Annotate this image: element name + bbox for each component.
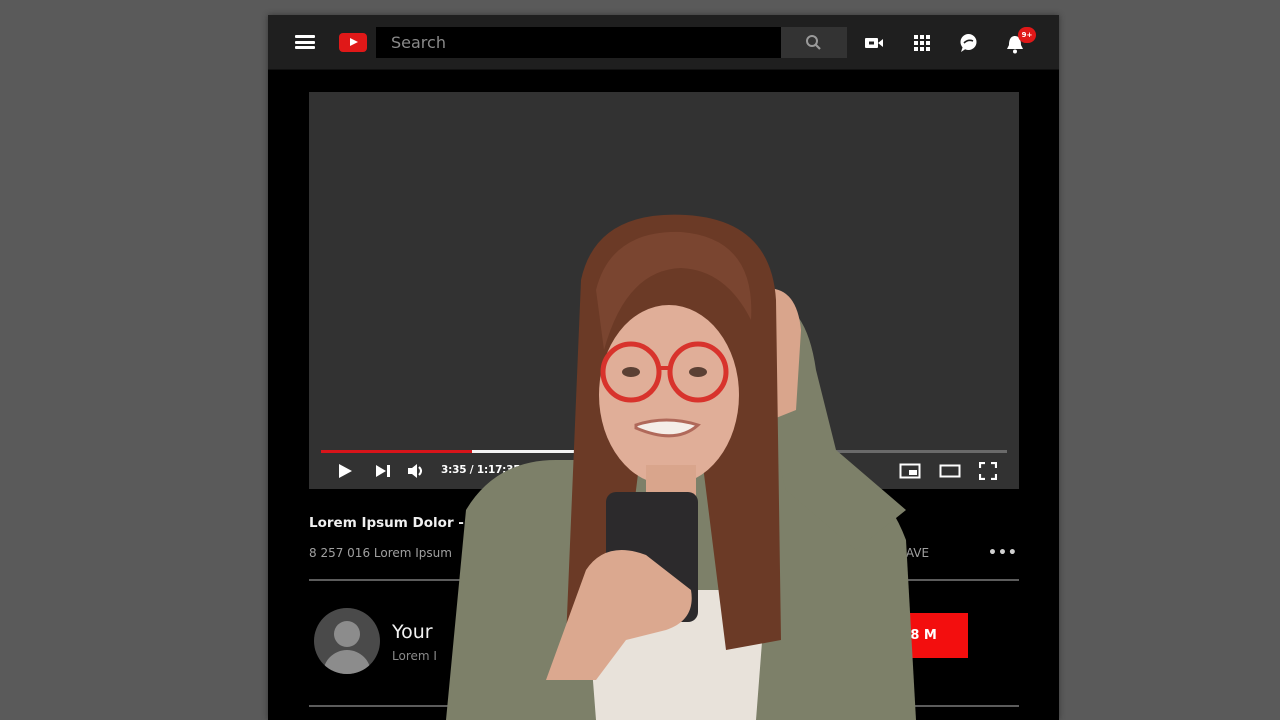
- notification-badge: 9+: [1018, 27, 1036, 43]
- chat-bubble-icon[interactable]: [958, 33, 978, 53]
- progress-played: [321, 450, 472, 453]
- top-bar: 9+: [268, 15, 1059, 70]
- divider: [309, 579, 1019, 581]
- apps-grid-icon[interactable]: [912, 33, 932, 53]
- video-title: Lorem Ipsum Dolor -: [309, 515, 464, 531]
- video-view-count: 8 257 016 Lorem Ipsum: [309, 546, 452, 560]
- skip-next-icon[interactable]: [375, 462, 391, 480]
- volume-icon[interactable]: [407, 462, 425, 480]
- theater-mode-icon[interactable]: [939, 462, 961, 480]
- divider: [309, 705, 1019, 707]
- subscribe-label: SUBSCRIBE: [804, 628, 887, 643]
- search-icon: [806, 35, 821, 50]
- more-actions-icon[interactable]: •••: [988, 545, 1018, 561]
- user-silhouette-body: [323, 650, 371, 674]
- channel-subtitle: Lorem I: [392, 649, 437, 663]
- search-button[interactable]: [781, 27, 847, 58]
- fullscreen-icon[interactable]: [979, 462, 997, 480]
- video-player[interactable]: 3:35 / 1:17:35: [309, 92, 1019, 489]
- subscribe-button[interactable]: SUBSCRIBE 8,8 M: [788, 613, 968, 658]
- video-camera-icon[interactable]: [864, 33, 884, 53]
- time-display: 3:35 / 1:17:35: [441, 464, 521, 476]
- user-silhouette-icon: [334, 621, 360, 647]
- miniplayer-icon[interactable]: [899, 462, 921, 480]
- search-input[interactable]: [376, 27, 781, 58]
- progress-bar[interactable]: [321, 450, 1007, 453]
- play-icon[interactable]: [336, 462, 354, 480]
- channel-avatar[interactable]: [314, 608, 380, 674]
- hamburger-menu-icon[interactable]: [295, 35, 315, 49]
- save-button[interactable]: SAVE: [898, 546, 929, 560]
- channel-name[interactable]: Your: [392, 621, 433, 643]
- youtube-logo-icon[interactable]: [339, 33, 367, 52]
- subscriber-count: 8,8 M: [896, 628, 937, 643]
- app-window: 9+ 3:35 / 1:17:35 Lorem Ipsum Dolor - 8 …: [268, 15, 1059, 720]
